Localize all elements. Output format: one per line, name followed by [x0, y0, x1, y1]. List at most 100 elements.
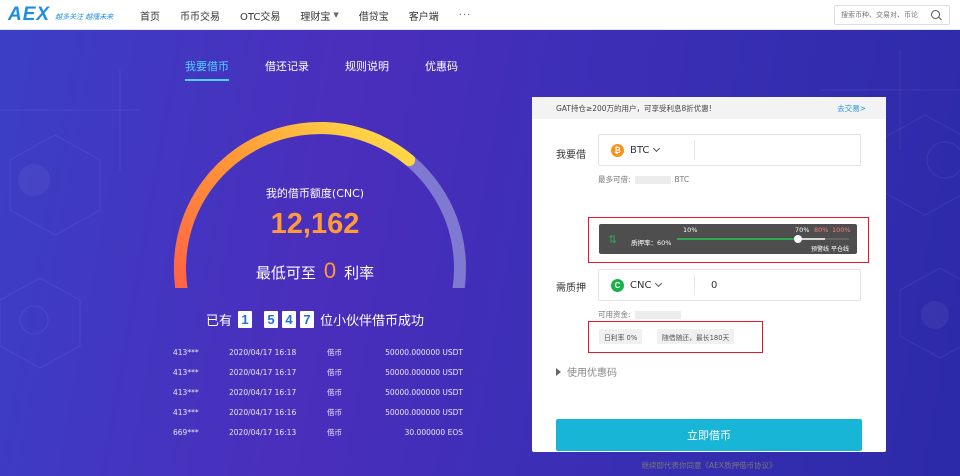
tab-rules[interactable]: 规则说明 [345, 58, 389, 81]
main-nav: 首页 币币交易 OTC交易 理财宝 ▼ 借贷宝 客户端 ··· [140, 0, 491, 30]
record-time: 2020/04/17 16:17 [229, 387, 297, 397]
logo[interactable]: AEX 越多关注 越懂未来 [8, 4, 114, 25]
coupon-label: 使用优惠码 [567, 368, 617, 379]
min-rate-suffix: 利率 [344, 264, 375, 282]
borrow-coin-name: BTC [630, 144, 650, 156]
borrow-records: 413*** 2020/04/17 16:18 借币 50000.000000 … [173, 342, 463, 442]
slider-fill [677, 238, 798, 240]
ratio-label: 质押率：60% [631, 239, 672, 247]
nav-client[interactable]: 客户端 [409, 8, 439, 23]
record-amount: 50000.000000 USDT [385, 407, 463, 417]
borrow-now-button[interactable]: 立即借币 [556, 419, 862, 451]
chevron-down-icon [655, 279, 663, 288]
promo-notice: GAT持仓≥200万的用户，可享受利息8折优惠! 去交易> [532, 97, 886, 119]
tab-coupon[interactable]: 优惠码 [425, 58, 458, 81]
cnc-icon: C [611, 278, 624, 292]
tab-records[interactable]: 借还记录 [265, 58, 309, 81]
max-borrow-prefix: 最多可借: [598, 175, 631, 184]
success-digit: 4 [282, 311, 296, 328]
record-time: 2020/04/17 16:13 [229, 427, 297, 437]
record-type: 借币 [327, 407, 342, 417]
logo-slogan: 越多关注 越懂未来 [55, 12, 114, 21]
borrow-coin-field: ₿ BTC [598, 134, 861, 166]
table-row: 413*** 2020/04/17 16:16 借币 50000.000000 … [173, 402, 463, 422]
record-time: 2020/04/17 16:17 [229, 367, 297, 377]
available-prefix: 可用资金: [598, 310, 631, 319]
main-area: 我要借币 借还记录 规则说明 优惠码 我的借币额度(CNC) 12,162 最低… [0, 30, 960, 476]
max-borrow-value-masked [634, 175, 671, 184]
collateral-ratio-slider[interactable]: ⇅ 质押率：60% 10% 70% 80% 100% 预警线 平仓线 [599, 224, 857, 254]
record-amount: 50000.000000 USDT [385, 367, 463, 377]
borrow-form-card: GAT持仓≥200万的用户，可享受利息8折优惠! 去交易> 我要借 ₿ BTC … [532, 97, 886, 470]
nav-finance[interactable]: 理财宝 ▼ [300, 8, 338, 23]
min-rate-prefix: 最低可至 [255, 264, 316, 282]
table-row: 413*** 2020/04/17 16:17 借币 50000.000000 … [173, 382, 463, 402]
success-prefix: 已有 [205, 314, 232, 329]
record-time: 2020/04/17 16:18 [229, 347, 297, 357]
success-digit: 1 [238, 311, 252, 328]
table-row: 669*** 2020/04/17 16:13 借币 30.000000 EOS [173, 422, 463, 442]
search-icon[interactable] [931, 9, 942, 21]
nav-otc[interactable]: OTC交易 [240, 8, 280, 23]
record-type: 借币 [327, 427, 342, 437]
record-user: 413*** [173, 367, 199, 377]
nav-home[interactable]: 首页 [140, 8, 160, 23]
btc-icon: ₿ [611, 143, 624, 157]
top-nav-bar: AEX 越多关注 越懂未来 首页 币币交易 OTC交易 理财宝 ▼ 借贷宝 客户… [0, 0, 960, 30]
record-time: 2020/04/17 16:16 [229, 407, 297, 417]
success-digits: 1 5 4 7 [236, 311, 316, 328]
collateral-coin-field: C CNC 0 [598, 269, 861, 301]
available-funds-hint: 可用资金: [598, 309, 685, 320]
record-user: 669*** [173, 427, 199, 437]
collateral-coin-name: CNC [630, 279, 652, 291]
borrow-coin-select[interactable]: ₿ BTC [599, 140, 695, 160]
chevron-down-icon [653, 144, 661, 153]
nav-finance-label: 理财宝 [300, 11, 331, 23]
caret-right-icon [556, 367, 561, 376]
success-digit: 5 [264, 311, 278, 328]
mark-70: 70% [795, 226, 810, 234]
record-amount: 30.000000 EOS [404, 427, 463, 437]
success-suffix: 位小伙伴借币成功 [320, 314, 425, 329]
record-amount: 50000.000000 USDT [385, 387, 463, 397]
go-trade-link[interactable]: 去交易> [837, 103, 866, 114]
nav-spot-trading[interactable]: 币币交易 [180, 8, 220, 23]
max-borrow-hint: 最多可借: BTC [598, 174, 689, 185]
record-amount: 50000.000000 USDT [385, 347, 463, 357]
mark-10: 10% [683, 226, 698, 234]
record-user: 413*** [173, 387, 199, 397]
record-user: 413*** [173, 407, 199, 417]
slider-knob[interactable] [793, 235, 802, 243]
terms-highlight-box: 日利率 0% 随借随还，最长180天 [588, 321, 763, 353]
mark-100: 100% [832, 226, 851, 234]
success-digit: 7 [300, 311, 314, 328]
search-input[interactable] [835, 6, 929, 24]
nav-lending[interactable]: 借贷宝 [359, 8, 389, 23]
mark-80: 80% [814, 226, 829, 234]
record-user: 413*** [173, 347, 199, 357]
record-type: 借币 [327, 367, 342, 377]
available-value-masked [634, 310, 681, 319]
agreement-text[interactable]: 继续即代表你同意《AEX质押借币协议》 [532, 460, 886, 471]
daily-rate-tag: 日利率 0% [599, 329, 643, 344]
swap-icon: ⇅ [608, 233, 618, 246]
collateral-coin-select[interactable]: C CNC [599, 275, 695, 295]
search-box [834, 5, 950, 25]
use-coupon-toggle[interactable]: 使用优惠码 [556, 364, 617, 379]
more-menu-icon[interactable]: ··· [459, 10, 472, 21]
liquidate-line-label: 平仓线 [831, 246, 850, 253]
max-borrow-unit: BTC [674, 175, 690, 184]
record-type: 借币 [327, 347, 342, 357]
ratio-highlight-box: ⇅ 质押率：60% 10% 70% 80% 100% 预警线 平仓线 [588, 217, 869, 263]
lending-tabs: 我要借币 借还记录 规则说明 优惠码 [185, 58, 494, 81]
caret-down-icon: ▼ [333, 11, 339, 19]
tab-borrow[interactable]: 我要借币 [185, 58, 229, 81]
promo-notice-text: GAT持仓≥200万的用户，可享受利息8折优惠! [556, 103, 712, 113]
collateral-amount-input[interactable]: 0 [711, 280, 717, 291]
logo-text: AEX [8, 4, 51, 25]
warn-line-label: 预警线 [811, 246, 830, 253]
table-row: 413*** 2020/04/17 16:18 借币 50000.000000 … [173, 342, 463, 362]
record-type: 借币 [327, 387, 342, 397]
collateral-label: 需质押 [556, 283, 586, 294]
borrow-label: 我要借 [556, 150, 586, 161]
